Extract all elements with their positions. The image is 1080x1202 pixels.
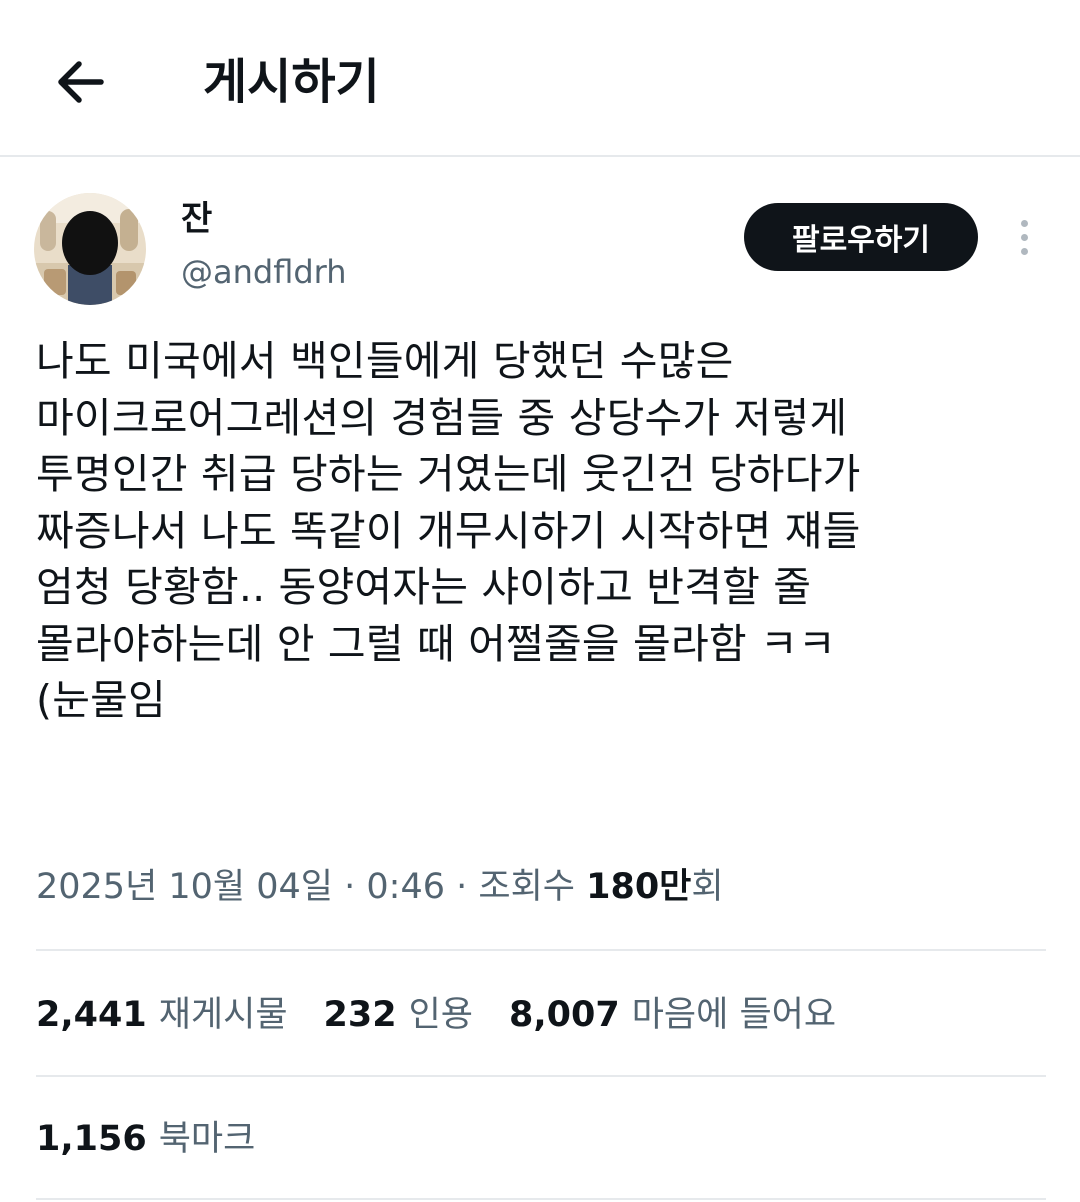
quotes-stat[interactable]: 232 인용 [324,990,473,1040]
tweet-body: 나도 미국에서 백인들에게 당했던 수많은 마이크로어그레션의 경험들 중 상당… [36,333,1036,729]
tweet-line: (눈물임 [36,676,166,724]
tweet-line: 짜증나서 나도 똑같이 개무시하기 시작하면 쟤들 [36,506,861,555]
tweet-line: 몰라야하는데 안 그럴 때 어쩔줄을 몰라함 ㅋㅋ [36,619,836,668]
reposts-count: 2,441 [36,995,147,1035]
arrow-left-icon [58,61,104,103]
views-label: 조회수 [478,867,587,907]
likes-stat[interactable]: 8,007 마음에 들어요 [509,990,836,1040]
more-vertical-icon-dot [1020,219,1028,227]
meta-separator: · [445,867,479,907]
avatar[interactable] [34,193,146,305]
divider [36,1198,1046,1200]
meta-separator: · [333,867,367,907]
likes-label: 마음에 들어요 [631,995,837,1035]
tweet-date[interactable]: 2025년 10월 04일 [36,867,333,907]
quotes-count: 232 [323,995,397,1035]
author-display-name[interactable]: 잔 [181,198,212,240]
views-suffix: 회 [691,867,724,907]
quotes-label: 인용 [408,995,473,1035]
views-count[interactable]: 180만 [586,867,691,907]
reposts-label: 재게시물 [158,995,288,1035]
divider [36,949,1046,951]
top-bar: 게시하기 [0,0,1080,157]
tweet-line: 투명인간 취급 당하는 거였는데 웃긴건 당하다가 [36,450,861,498]
avatar-image [34,193,146,305]
tweet-line: 나도 미국에서 백인들에게 당했던 수많은 [36,337,734,385]
more-vertical-icon-dot [1020,233,1028,241]
page-title: 게시하기 [203,54,380,110]
tweet-line: 엄청 당황함.. 동양여자는 샤이하고 반격할 줄 [36,563,812,611]
bookmarks-stat[interactable]: 1,156 북마크 [36,1114,255,1164]
more-options-button[interactable] [1004,212,1044,262]
back-button[interactable] [48,50,112,114]
reposts-stat[interactable]: 2,441 재게시물 [36,990,288,1040]
bookmarks-label: 북마크 [158,1119,256,1159]
divider [36,1075,1046,1077]
author-handle[interactable]: @andfldrh [181,251,347,293]
tweet-time[interactable]: 0:46 [366,867,445,907]
engagement-stats: 2,441 재게시물 232 인용 8,007 마음에 들어요 [36,990,872,1040]
follow-button[interactable]: 팔로우하기 [744,203,978,271]
more-vertical-icon-dot [1020,247,1028,255]
bookmarks-count: 1,156 [36,1119,147,1159]
tweet-meta: 2025년 10월 04일 · 0:46 · 조회수 180만회 [36,862,724,912]
likes-count: 8,007 [509,995,620,1035]
tweet-line: 마이크로어그레션의 경험들 중 상당수가 저렇게 [36,393,848,442]
